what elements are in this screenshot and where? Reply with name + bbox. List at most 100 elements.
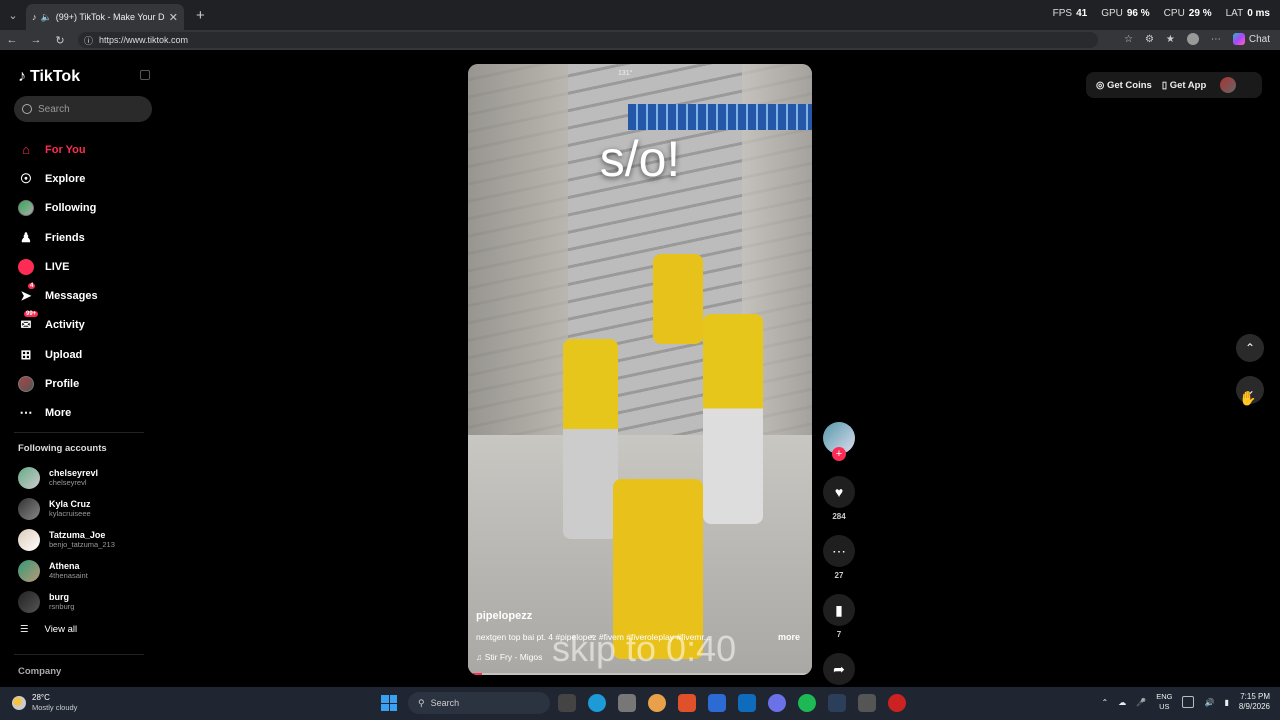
language-indicator[interactable]: ENG US — [1156, 692, 1172, 712]
clock[interactable]: 7:15 PM 8/9/2026 — [1239, 692, 1270, 712]
game-app-icon[interactable] — [858, 694, 876, 712]
video-progress-bar[interactable] — [468, 673, 812, 675]
video-caption: nextgen top bai pt. 4 #pipelopez #fivem … — [476, 632, 711, 642]
nav-item-for-you[interactable]: ⌂ For You — [18, 135, 98, 164]
url-text: https://www.tiktok.com — [99, 35, 189, 45]
comment-icon: ⋯ — [823, 535, 855, 567]
account-handle: chelseyrevl — [49, 478, 87, 487]
comment-action[interactable]: ⋯ 27 — [822, 535, 856, 580]
collapse-sidebar-icon[interactable] — [140, 70, 150, 80]
microphone-icon[interactable]: 🎤 — [1136, 698, 1146, 707]
following-account-item[interactable]: Kyla Cruz kylacruiseee — [18, 493, 115, 524]
nav-item-upload[interactable]: ⊞ Upload — [18, 340, 98, 369]
nav-item-live[interactable]: LIVE — [18, 252, 98, 281]
video-scene-tiles — [628, 104, 812, 130]
author-avatar[interactable]: + — [823, 422, 855, 461]
gpu-label: GPU — [1101, 8, 1123, 19]
avatar — [18, 497, 40, 520]
volume-icon[interactable]: 🔊 — [1204, 698, 1214, 707]
nav-item-messages[interactable]: ➤ 4 Messages — [18, 281, 98, 310]
video-character — [563, 339, 618, 539]
account-handle: kylacruiseee — [49, 509, 91, 518]
speaker-icon[interactable]: 🔈 — [41, 12, 52, 23]
share-icon: ➦ — [823, 653, 855, 685]
video-author[interactable]: pipelopezz — [476, 610, 532, 622]
weather-widget[interactable]: 28°C Mostly cloudy — [12, 693, 77, 713]
chevron-up-icon[interactable]: ⌃ — [1102, 698, 1109, 707]
following-account-item[interactable]: Tatzuma_Joe benjo_tatzuma_213 — [18, 524, 115, 555]
app-icon[interactable] — [888, 694, 906, 712]
get-coins-button[interactable]: ◎ Get Coins — [1096, 80, 1152, 91]
caption-more-button[interactable]: more — [778, 632, 800, 642]
app-icon[interactable] — [648, 694, 666, 712]
nav-item-profile[interactable]: Profile — [18, 369, 98, 398]
copilot-chat-button[interactable]: Chat — [1232, 33, 1270, 45]
nav-item-friends[interactable]: ♟ Friends — [18, 223, 98, 252]
activity-icon: ✉ 99+ — [20, 311, 39, 333]
cloud-icon[interactable]: ☁ — [1118, 698, 1126, 707]
video-player[interactable]: s/o! 131° skip to 0:40 pipelopezz nextge… — [468, 64, 812, 675]
spotify-icon[interactable] — [798, 694, 816, 712]
lang-code: ENG — [1156, 692, 1173, 701]
music-title: Stir Fry - Migos — [484, 652, 543, 662]
settings-more-icon[interactable]: ⋯ — [1211, 34, 1221, 45]
extensions-icon[interactable]: ⚙ — [1145, 34, 1154, 45]
logo-text: TikTok — [30, 68, 81, 85]
nav-item-activity[interactable]: ✉ 99+ Activity — [18, 311, 98, 340]
chevron-up-icon: ⌃ — [1244, 341, 1256, 355]
get-coins-label: Get Coins — [1106, 79, 1152, 91]
more-icon: ⋯ — [19, 405, 33, 421]
nav-label: LIVE — [45, 260, 70, 273]
start-button[interactable] — [381, 695, 397, 711]
battery-icon[interactable]: ▮ — [1224, 698, 1228, 707]
back-icon[interactable]: ← — [0, 34, 24, 46]
forward-icon[interactable]: → — [24, 34, 48, 46]
tiktok-logo[interactable]: ♪ TikTok — [18, 68, 80, 86]
previous-video-button[interactable]: ⌃ — [1236, 334, 1264, 362]
edge-browser-icon[interactable] — [588, 694, 606, 712]
network-icon[interactable] — [1182, 696, 1195, 708]
store-icon[interactable] — [708, 694, 726, 712]
following-account-item[interactable]: chelseyrevl chelseyrevl — [18, 462, 115, 493]
site-info-icon[interactable]: ⓘ — [84, 34, 93, 47]
windows-taskbar: 28°C Mostly cloudy ⚲ Search ⌃ ☁ 🎤 ENG US… — [0, 687, 1280, 720]
follow-plus-icon[interactable]: + — [832, 447, 846, 461]
nav-label: Upload — [45, 348, 83, 361]
gpu-value: 96 % — [1126, 8, 1150, 19]
company-link[interactable]: Company — [18, 666, 61, 677]
get-app-button[interactable]: ▯ Get App — [1162, 80, 1206, 91]
following-account-item[interactable]: Athena 4thenasaint — [18, 555, 115, 586]
brave-browser-icon[interactable] — [678, 694, 696, 712]
close-tab-icon[interactable]: ✕ — [169, 11, 178, 24]
tiktok-favicon-icon: ♪ — [32, 12, 37, 22]
browser-profile-avatar[interactable] — [1186, 33, 1199, 45]
heart-icon: ♥ — [823, 476, 855, 508]
nav-item-following[interactable]: Following — [18, 194, 98, 223]
new-tab-button[interactable]: + — [196, 7, 205, 24]
top-right-actions: ◎ Get Coins ▯ Get App — [1086, 72, 1262, 98]
video-music[interactable]: ♫ Stir Fry - Migos — [476, 652, 542, 662]
search-input[interactable]: Search — [14, 96, 152, 122]
steam-icon[interactable] — [828, 694, 846, 712]
clock-date: 8/9/2026 — [1238, 702, 1270, 711]
like-action[interactable]: ♥ 284 — [822, 476, 856, 521]
main-nav: ⌂ For You ☉ Explore Following ♟ Friends … — [18, 135, 98, 428]
photos-app-icon[interactable] — [618, 694, 636, 712]
browser-tab-tiktok[interactable]: ♪ 🔈 (99+) TikTok - Make Your Day ✕ — [26, 4, 184, 30]
avatar — [18, 590, 40, 613]
collections-icon[interactable]: ★ — [1166, 34, 1175, 45]
reload-icon[interactable]: ↻ — [48, 34, 72, 47]
tab-actions-menu-icon[interactable]: ⌄ — [0, 0, 26, 30]
user-avatar[interactable] — [1220, 77, 1237, 93]
discord-icon[interactable] — [768, 694, 786, 712]
save-action[interactable]: ▮ 7 — [822, 594, 856, 639]
outlook-icon[interactable] — [738, 694, 756, 712]
favorite-star-icon[interactable]: ☆ — [1124, 34, 1133, 45]
url-field[interactable]: ⓘ https://www.tiktok.com — [78, 32, 1098, 48]
view-all-link[interactable]: ☰ View all — [20, 624, 77, 635]
task-view-icon[interactable] — [558, 694, 576, 712]
nav-item-explore[interactable]: ☉ Explore — [18, 164, 98, 193]
taskbar-search[interactable]: ⚲ Search — [408, 692, 550, 714]
following-account-item[interactable]: burg rsnburg — [18, 586, 115, 617]
nav-item-more[interactable]: ⋯ More — [18, 399, 98, 428]
